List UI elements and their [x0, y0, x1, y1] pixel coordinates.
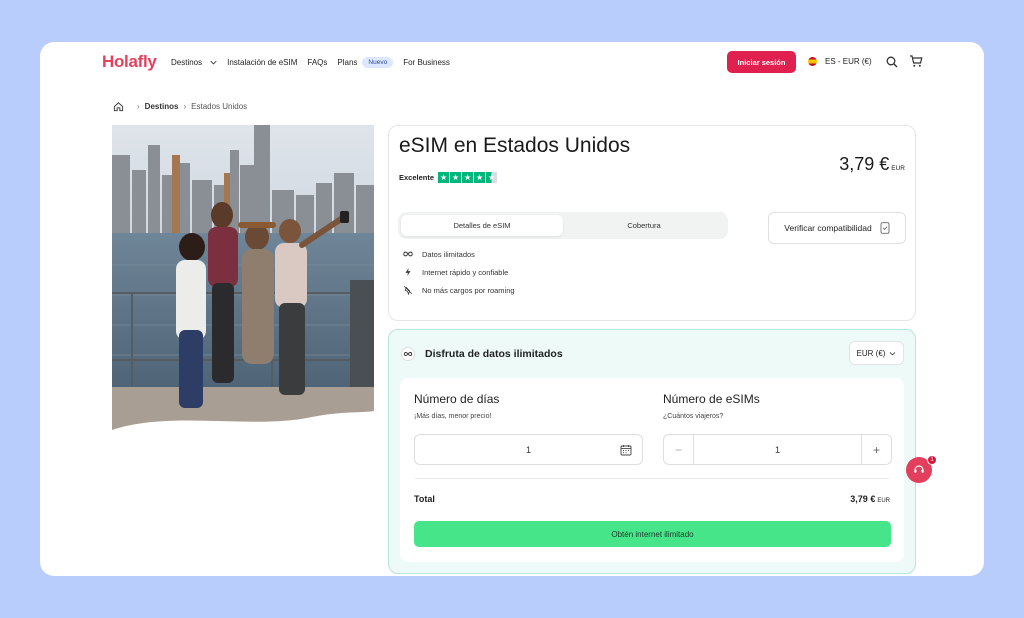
browser-window: Holafly Destinos Instalación de eSIM FAQ… [40, 42, 984, 576]
product-price: 3,79 € EUR [839, 154, 905, 175]
cart-icon[interactable] [909, 54, 923, 68]
no-roaming-icon [403, 285, 413, 295]
nav-faqs[interactable]: FAQs [307, 58, 327, 67]
nav-business[interactable]: For Business [403, 58, 450, 67]
rating: Excelente ★ ★ ★ ★ ★ [399, 172, 498, 183]
unlimited-data-heading: Disfruta de datos ilimitados [401, 347, 563, 361]
currency-select-value: EUR (€) [856, 348, 886, 358]
divider [414, 478, 890, 479]
total-currency: EUR [877, 498, 890, 504]
total-value: 3,79 € EUR [850, 494, 890, 504]
star-icon: ★ [462, 172, 474, 183]
price-currency: EUR [891, 165, 905, 172]
currency-select[interactable]: EUR (€) [849, 341, 904, 365]
nav-destinos[interactable]: Destinos [171, 58, 217, 67]
decrement-button[interactable]: − [664, 435, 694, 464]
product-tabs: Detalles de eSIM Cobertura [398, 212, 728, 239]
chevron-down-icon [210, 60, 217, 65]
hero-image [112, 125, 374, 438]
tab-coverage[interactable]: Cobertura [563, 215, 725, 236]
language-selector[interactable]: ES - EUR (€) [808, 57, 872, 66]
search-icon[interactable] [886, 56, 898, 68]
breadcrumb: › Destinos › Estados Unidos [113, 101, 247, 112]
total-amount: 3,79 € [850, 494, 876, 504]
nav-plans-label: Plans [337, 58, 358, 67]
rating-stars: ★ ★ ★ ★ ★ [438, 172, 498, 183]
spain-flag-icon [808, 57, 817, 66]
product-title: eSIM en Estados Unidos [399, 134, 631, 157]
price-value: 3,79 € [839, 154, 890, 174]
star-half-icon: ★ [486, 172, 498, 183]
calendar-icon[interactable] [620, 444, 632, 456]
total-label: Total [414, 494, 435, 504]
feature-item: No más cargos por roaming [403, 285, 515, 295]
esims-value[interactable]: 1 [775, 445, 780, 455]
lightning-icon [405, 267, 411, 277]
holafly-logo[interactable]: Holafly [102, 52, 157, 72]
nav-plans[interactable]: Plans Nuevo [337, 57, 394, 68]
esims-subtitle: ¿Cuántos viajeros? [663, 413, 724, 420]
breadcrumb-separator: › [183, 102, 187, 111]
nav-installation[interactable]: Instalación de eSIM [227, 58, 297, 67]
nav-installation-label: Instalación de eSIM [227, 58, 298, 67]
star-icon: ★ [438, 172, 450, 183]
esims-title: Número de eSIMs [663, 392, 760, 406]
feature-list: Datos ilimitados Internet rápido y confi… [403, 249, 515, 303]
nav-destinos-label: Destinos [171, 58, 203, 67]
notification-badge: 1 [927, 455, 937, 465]
unlimited-data-label: Disfruta de datos ilimitados [425, 348, 563, 360]
nav-business-label: For Business [403, 58, 450, 67]
login-button[interactable]: Iniciar sesión [727, 51, 796, 73]
breadcrumb-destinos[interactable]: Destinos [145, 102, 179, 111]
tab-esim-details[interactable]: Detalles de eSIM [401, 215, 563, 236]
site-header: Holafly Destinos Instalación de eSIM FAQ… [40, 42, 984, 84]
feature-label: No más cargos por roaming [422, 285, 515, 295]
infinity-icon [401, 347, 415, 361]
main-nav: Destinos Instalación de eSIM FAQs Plans … [171, 57, 460, 68]
verify-compatibility-button[interactable]: Verificar compatibilidad [768, 212, 906, 244]
home-icon[interactable] [113, 101, 124, 112]
days-value: 1 [525, 444, 531, 455]
feature-item: Internet rápido y confiable [403, 267, 515, 277]
product-card: eSIM en Estados Unidos 3,79 € EUR Excelen… [388, 125, 916, 321]
star-icon: ★ [474, 172, 486, 183]
verify-label: Verificar compatibilidad [784, 223, 872, 233]
feature-item: Datos ilimitados [403, 249, 515, 259]
days-input[interactable]: 1 [414, 434, 643, 465]
phone-check-icon [880, 222, 890, 234]
infinity-icon [403, 251, 413, 257]
feature-label: Datos ilimitados [422, 249, 475, 259]
feature-label: Internet rápido y confiable [422, 267, 509, 277]
days-subtitle: ¡Más días, menor precio! [414, 413, 492, 420]
breadcrumb-separator: › [137, 102, 140, 111]
purchase-card: Disfruta de datos ilimitados EUR (€) Núm… [388, 329, 916, 574]
language-label: ES - EUR (€) [825, 57, 872, 66]
new-badge: Nuevo [362, 57, 394, 68]
rating-label: Excelente [399, 173, 435, 182]
get-internet-button[interactable]: Obtén internet ilimitado [414, 521, 891, 547]
purchase-form: Número de días ¡Más días, menor precio! … [400, 378, 904, 562]
days-title: Número de días [414, 392, 500, 406]
chevron-down-icon [890, 351, 896, 356]
star-icon: ★ [450, 172, 462, 183]
nav-faqs-label: FAQs [307, 58, 328, 67]
esims-stepper: − 1 + [663, 434, 892, 465]
increment-button[interactable]: + [861, 435, 891, 464]
breadcrumb-current: Estados Unidos [191, 102, 248, 111]
chat-icon [914, 465, 924, 473]
